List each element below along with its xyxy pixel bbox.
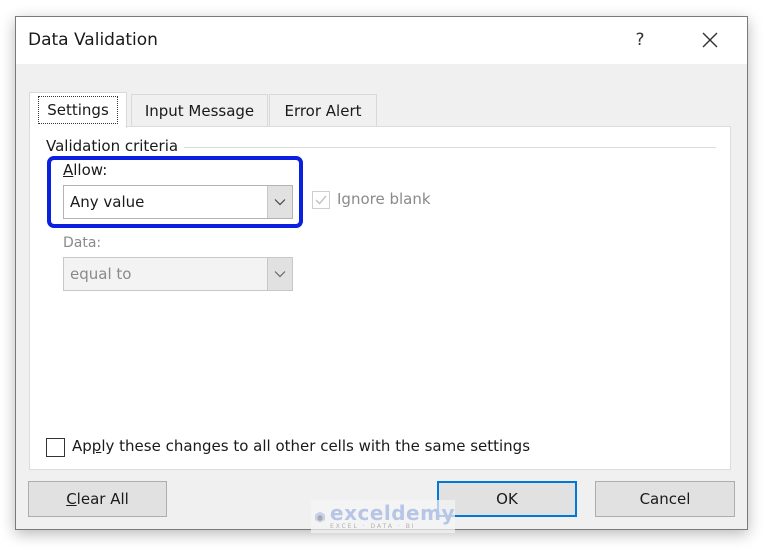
data-label: Data: xyxy=(63,235,102,251)
allow-label-accesskey: A xyxy=(63,161,74,179)
watermark: exceldemy EXCEL · DATA · BI xyxy=(311,500,455,533)
close-button[interactable] xyxy=(698,27,722,53)
dialog-title: Data Validation xyxy=(28,30,158,50)
clear-all-button[interactable]: Clear All xyxy=(28,481,167,517)
tab-input-message[interactable]: Input Message xyxy=(131,94,268,127)
chevron-down-icon xyxy=(274,199,286,206)
allow-dropdown-value: Any value xyxy=(70,193,145,211)
allow-dropdown[interactable]: Any value xyxy=(63,185,293,219)
validation-criteria-label: Validation criteria xyxy=(46,137,185,155)
watermark-name: exceldemy xyxy=(330,501,455,525)
checkmark-icon xyxy=(315,195,327,205)
help-button[interactable]: ? xyxy=(630,27,650,53)
allow-dropdown-arrow[interactable] xyxy=(267,186,292,218)
apply-label-post: ly these changes to all other cells with… xyxy=(101,437,531,455)
apply-all-label: Apply these changes to all other cells w… xyxy=(72,437,530,455)
allow-label-text: llow: xyxy=(73,161,108,179)
apply-label-accesskey: p xyxy=(91,437,102,455)
clear-all-accesskey: C xyxy=(66,490,77,508)
data-dropdown-value: equal to xyxy=(70,265,132,283)
tab-settings[interactable]: Settings xyxy=(29,92,127,128)
ignore-blank-label: Ignore blank xyxy=(337,190,431,208)
chevron-down-icon xyxy=(274,271,286,278)
exceldemy-logo-icon xyxy=(315,511,325,522)
close-icon xyxy=(702,32,718,48)
clear-all-text: lear All xyxy=(76,490,129,508)
title-bar: Data Validation ? xyxy=(16,17,747,64)
settings-panel: Validation criteria Allow: Any value Ign… xyxy=(29,126,731,470)
tab-error-alert[interactable]: Error Alert xyxy=(269,94,377,127)
cancel-button[interactable]: Cancel xyxy=(595,481,735,517)
data-dropdown-arrow[interactable] xyxy=(267,258,292,290)
tab-settings-label: Settings xyxy=(38,96,118,124)
apply-all-checkbox[interactable] xyxy=(46,438,65,457)
data-validation-dialog: Data Validation ? Settings Input Message… xyxy=(15,16,748,530)
ok-button[interactable]: OK xyxy=(437,481,577,517)
allow-label: Allow: xyxy=(63,161,107,179)
apply-label-pre: Ap xyxy=(72,437,92,455)
ignore-blank-checkbox[interactable] xyxy=(312,191,330,209)
data-dropdown[interactable]: equal to xyxy=(63,257,293,291)
